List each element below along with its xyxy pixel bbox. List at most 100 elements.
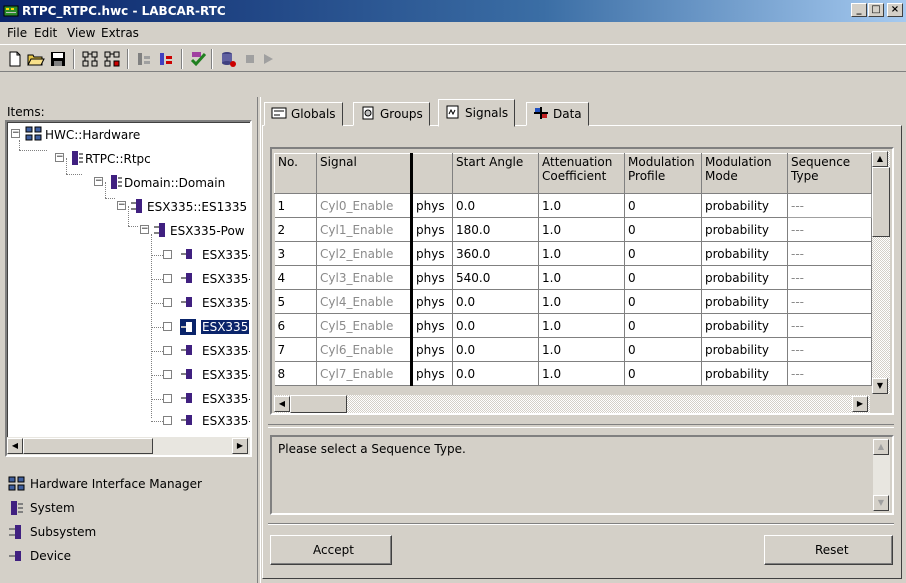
- cell-signal[interactable]: Cyl1_Enable: [316, 217, 413, 242]
- config-icon[interactable]: [135, 50, 153, 68]
- minimize-button[interactable]: _: [851, 3, 867, 17]
- table-row[interactable]: 5 Cyl4_Enable phys 0.0 1.0 0 probability ---: [274, 289, 872, 314]
- table-row[interactable]: 6 Cyl5_Enable phys 0.0 1.0 0 probability ---: [274, 313, 872, 338]
- collapse-icon[interactable]: −: [55, 153, 64, 162]
- tab-groups[interactable]: Groups: [353, 102, 430, 126]
- cell-start-angle[interactable]: 540.0: [452, 265, 539, 290]
- cell-modulation-mode[interactable]: probability: [701, 193, 788, 218]
- cell-no[interactable]: 6: [274, 313, 317, 338]
- cell-modulation-profile[interactable]: 0: [624, 193, 702, 218]
- accept-button[interactable]: Accept: [270, 535, 392, 565]
- signals-grid[interactable]: No. Signal Start Angle Attenuation Coeff…: [270, 147, 894, 415]
- cell-start-angle[interactable]: 0.0: [452, 289, 539, 314]
- tab-data[interactable]: Data: [526, 102, 589, 126]
- vertical-splitter[interactable]: [257, 97, 261, 583]
- cell-modulation-mode[interactable]: probability: [701, 289, 788, 314]
- cell-unit[interactable]: phys: [411, 241, 453, 266]
- cell-start-angle[interactable]: 0.0: [452, 337, 539, 362]
- cell-attenuation[interactable]: 1.0: [538, 337, 625, 362]
- checkbox-icon[interactable]: [163, 298, 172, 307]
- cell-modulation-profile[interactable]: 0: [624, 289, 702, 314]
- cell-start-angle[interactable]: 360.0: [452, 241, 539, 266]
- scroll-up-icon[interactable]: ▲: [872, 151, 888, 167]
- table-row[interactable]: 3 Cyl2_Enable phys 360.0 1.0 0 probability ---: [274, 241, 872, 266]
- checkbox-icon[interactable]: [163, 370, 172, 379]
- column-header-modulation-mode[interactable]: Modulation Mode: [701, 153, 788, 194]
- cell-modulation-mode[interactable]: probability: [701, 361, 788, 386]
- collapse-icon[interactable]: −: [94, 177, 103, 186]
- column-header-sequence-type[interactable]: Sequence Type: [787, 153, 872, 194]
- config-alt-icon[interactable]: [157, 50, 175, 68]
- cell-no[interactable]: 1: [274, 193, 317, 218]
- column-header-start-angle[interactable]: Start Angle: [452, 153, 539, 194]
- cell-unit[interactable]: phys: [411, 193, 453, 218]
- cell-start-angle[interactable]: 0.0: [452, 361, 539, 386]
- cell-start-angle[interactable]: 0.0: [452, 193, 539, 218]
- cell-modulation-mode[interactable]: probability: [701, 265, 788, 290]
- cell-modulation-profile[interactable]: 0: [624, 265, 702, 290]
- scroll-left-icon[interactable]: ◀: [274, 396, 290, 412]
- cell-modulation-mode[interactable]: probability: [701, 313, 788, 338]
- cell-signal[interactable]: Cyl6_Enable: [316, 337, 413, 362]
- cell-unit[interactable]: phys: [411, 361, 453, 386]
- title-bar[interactable]: RTPC_RTPC.hwc - LABCAR-RTC _ □ ×: [0, 0, 906, 22]
- cell-attenuation[interactable]: 1.0: [538, 265, 625, 290]
- hardware-alt-icon[interactable]: [103, 50, 121, 68]
- scroll-thumb[interactable]: [23, 438, 153, 454]
- cell-unit[interactable]: phys: [411, 289, 453, 314]
- column-header-modulation-profile[interactable]: Modulation Profile: [624, 153, 702, 194]
- menu-extras[interactable]: Extras: [101, 26, 139, 40]
- scroll-up-icon[interactable]: ▲: [873, 439, 889, 455]
- table-row[interactable]: 1 Cyl0_Enable phys 0.0 1.0 0 probability ---: [274, 193, 872, 218]
- cell-no[interactable]: 4: [274, 265, 317, 290]
- cell-attenuation[interactable]: 1.0: [538, 193, 625, 218]
- checkbox-icon[interactable]: [163, 394, 172, 403]
- cell-signal[interactable]: Cyl5_Enable: [316, 313, 413, 338]
- play-icon[interactable]: [259, 50, 277, 68]
- cell-start-angle[interactable]: 0.0: [452, 313, 539, 338]
- cell-signal[interactable]: Cyl2_Enable: [316, 241, 413, 266]
- cell-no[interactable]: 5: [274, 289, 317, 314]
- tab-signals[interactable]: Signals: [438, 99, 516, 127]
- new-icon[interactable]: [6, 50, 24, 68]
- collapse-icon[interactable]: −: [117, 201, 126, 210]
- grid-vscrollbar[interactable]: ▲ ▼: [872, 151, 890, 394]
- cell-attenuation[interactable]: 1.0: [538, 313, 625, 338]
- hardware-tree[interactable]: − HWC::Hardware − RTPC::Rtpc − Domain::D…: [5, 120, 252, 457]
- cell-no[interactable]: 7: [274, 337, 317, 362]
- table-row[interactable]: 2 Cyl1_Enable phys 180.0 1.0 0 probability ---: [274, 217, 872, 242]
- cell-unit[interactable]: phys: [411, 265, 453, 290]
- hardware-icon[interactable]: [81, 50, 99, 68]
- column-header-no[interactable]: No.: [274, 153, 317, 194]
- cell-attenuation[interactable]: 1.0: [538, 289, 625, 314]
- close-button[interactable]: ×: [887, 3, 903, 17]
- save-icon[interactable]: [49, 50, 67, 68]
- reset-button[interactable]: Reset: [764, 535, 893, 565]
- cell-start-angle[interactable]: 180.0: [452, 217, 539, 242]
- cell-sequence-type[interactable]: ---: [787, 217, 872, 242]
- collapse-icon[interactable]: −: [140, 225, 149, 234]
- menu-edit[interactable]: Edit: [34, 26, 57, 40]
- stop-icon[interactable]: [241, 50, 259, 68]
- cell-no[interactable]: 8: [274, 361, 317, 386]
- table-row[interactable]: 4 Cyl3_Enable phys 540.0 1.0 0 probability ---: [274, 265, 872, 290]
- cell-sequence-type[interactable]: ---: [787, 313, 872, 338]
- cell-attenuation[interactable]: 1.0: [538, 241, 625, 266]
- cell-modulation-profile[interactable]: 0: [624, 241, 702, 266]
- cell-sequence-type[interactable]: ---: [787, 337, 872, 362]
- horizontal-splitter[interactable]: [268, 424, 894, 428]
- cell-sequence-type[interactable]: ---: [787, 289, 872, 314]
- scroll-left-icon[interactable]: ◀: [7, 438, 23, 454]
- menu-view[interactable]: View: [67, 26, 95, 40]
- collapse-icon[interactable]: −: [11, 129, 20, 138]
- table-row[interactable]: 8 Cyl7_Enable phys 0.0 1.0 0 probability ---: [274, 361, 872, 386]
- cell-sequence-type[interactable]: ---: [787, 241, 872, 266]
- cell-modulation-mode[interactable]: probability: [701, 241, 788, 266]
- maximize-button[interactable]: □: [868, 3, 884, 17]
- scroll-down-icon[interactable]: ▼: [873, 495, 889, 511]
- column-header-attenuation[interactable]: Attenuation Coefficient: [538, 153, 625, 194]
- cell-sequence-type[interactable]: ---: [787, 265, 872, 290]
- cell-no[interactable]: 2: [274, 217, 317, 242]
- cell-modulation-profile[interactable]: 0: [624, 313, 702, 338]
- scroll-thumb[interactable]: [872, 167, 890, 237]
